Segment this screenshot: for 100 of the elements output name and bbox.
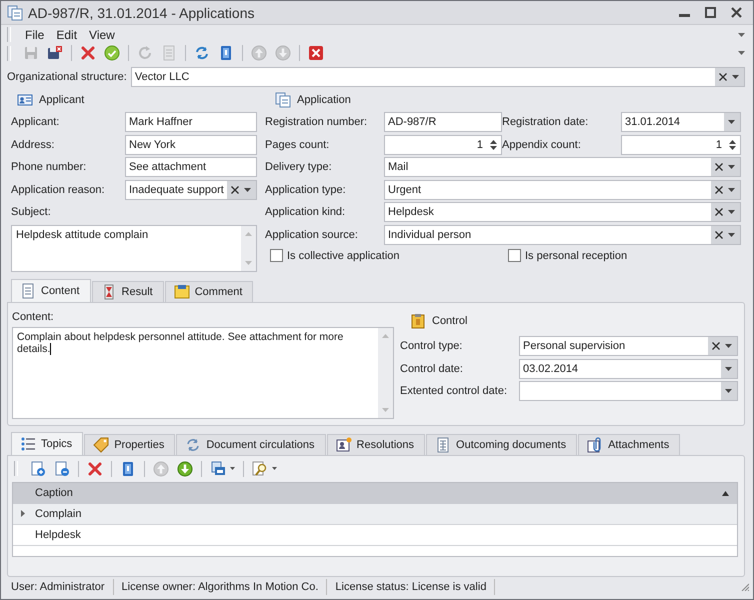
checkbox[interactable] — [270, 249, 283, 262]
table-cell-text: Complain — [34, 508, 82, 520]
dropdown-arrow-icon[interactable] — [728, 188, 735, 192]
book-icon — [218, 45, 234, 62]
tab[interactable]: Attachments — [578, 434, 680, 455]
checkbox-label: Is personal reception — [525, 250, 628, 262]
clear-icon[interactable] — [715, 186, 723, 194]
dropdown-arrow-icon[interactable] — [244, 188, 251, 192]
close-icon — [308, 45, 324, 62]
field-label: Control type: — [400, 338, 464, 354]
spin-down-icon[interactable] — [490, 146, 497, 150]
date-field[interactable] — [519, 381, 738, 402]
document-icon — [161, 45, 177, 62]
text-field[interactable]: New York — [125, 134, 257, 155]
dropdown-field[interactable]: Urgent — [384, 180, 741, 200]
dropdown-field[interactable]: Helpdesk — [384, 202, 741, 222]
dropdown-field[interactable]: Individual person — [384, 224, 741, 245]
dropdown-arrow-icon[interactable] — [728, 232, 735, 237]
add-row-icon — [30, 460, 46, 477]
number-field[interactable]: 1 — [621, 134, 741, 155]
spin-up-icon[interactable] — [729, 140, 736, 144]
text-field[interactable]: Mark Haffner — [125, 112, 257, 132]
clear-icon[interactable] — [231, 186, 239, 194]
tab[interactable]: Outcoming documents — [426, 434, 578, 455]
section-title: Control — [432, 314, 468, 327]
minimize-icon — [679, 14, 690, 18]
tab[interactable]: Resolutions — [326, 434, 426, 455]
dropdown-arrow-icon[interactable] — [725, 389, 732, 394]
row-indicator-icon — [21, 510, 25, 518]
caret-icon — [230, 467, 235, 470]
menu-item[interactable]: Edit — [52, 28, 82, 42]
field-label: Applicant: — [11, 115, 60, 130]
paperclip-icon — [587, 436, 604, 453]
floppy-disk-icon — [47, 45, 63, 62]
section-title: Applicant — [39, 94, 84, 106]
dropdown-arrow-icon[interactable] — [728, 120, 735, 124]
move-down-button[interactable] — [175, 458, 195, 479]
number-field[interactable]: 1 — [384, 134, 502, 155]
dropdown-field[interactable]: Mail — [384, 157, 741, 178]
field-label: Pages count: — [265, 138, 330, 153]
field-label: Application reason: — [11, 182, 106, 198]
field-label: Subject: — [11, 205, 52, 220]
overflow-arrow-icon[interactable] — [738, 51, 745, 56]
resize-grip-icon[interactable] — [741, 583, 749, 591]
dropdown-field[interactable]: Inadequate support — [125, 180, 257, 200]
spin-up-icon[interactable] — [490, 140, 497, 144]
text-field[interactable]: See attachment — [125, 157, 257, 178]
status-text: User: Administrator — [11, 581, 105, 593]
cross-icon — [80, 45, 96, 62]
dropdown-arrow-icon[interactable] — [725, 344, 732, 348]
tab[interactable]: Comment — [164, 280, 254, 302]
field-label: Delivery type: — [265, 160, 333, 176]
clear-icon[interactable] — [715, 230, 723, 239]
maximize-icon — [705, 7, 716, 18]
accept-button[interactable] — [102, 43, 122, 64]
spin-down-icon[interactable] — [729, 146, 736, 150]
table-cell-text: Helpdesk — [34, 528, 81, 541]
tab[interactable]: Result — [92, 280, 164, 302]
text-field[interactable]: AD-987/R — [384, 112, 502, 132]
dropdown-arrow-icon[interactable] — [728, 210, 735, 214]
status-text: License owner: Algorithms In Motion Co. — [122, 581, 318, 593]
table-row[interactable]: Complain — [13, 504, 737, 525]
clear-icon[interactable] — [719, 73, 727, 82]
date-field[interactable]: 31.01.2014 — [621, 112, 741, 132]
clear-icon[interactable] — [715, 163, 723, 172]
window-title: AD-987/R, 31.01.2014 - Applications — [28, 4, 254, 21]
checkbox[interactable] — [508, 249, 521, 262]
caret-icon — [272, 467, 277, 470]
organization-dropdown[interactable]: Vector LLC — [130, 67, 745, 88]
remove-row-icon — [54, 460, 70, 477]
tab[interactable]: Topics — [11, 432, 84, 455]
id-card-icon — [17, 92, 33, 108]
document-icon — [275, 92, 291, 108]
dropdown-arrow-icon[interactable] — [725, 366, 732, 371]
field-label: Extented control date: — [400, 384, 508, 400]
check-circle-icon — [104, 45, 120, 62]
tab[interactable]: Content — [11, 278, 91, 302]
field-label: Registration number: — [265, 115, 368, 130]
menu-item[interactable]: File — [21, 28, 48, 42]
field-label: Application source: — [265, 228, 359, 243]
clear-icon[interactable] — [715, 208, 723, 216]
tab[interactable]: Document circulations — [176, 434, 326, 455]
date-field[interactable]: 03.02.2014 — [519, 358, 738, 379]
field-label: Control date: — [400, 362, 464, 377]
menu-item[interactable]: View — [85, 28, 119, 42]
field-label: Appendix count: — [502, 138, 582, 153]
printer-icon — [210, 460, 226, 477]
dropdown-arrow-icon[interactable] — [732, 75, 739, 80]
clear-icon[interactable] — [712, 342, 720, 350]
field-label: Address: — [11, 138, 56, 153]
table-document-icon — [435, 436, 452, 453]
lines-icon — [20, 282, 36, 299]
status-text: License status: License is valid — [335, 581, 486, 593]
table-row[interactable]: Helpdesk — [13, 524, 737, 546]
dropdown-field[interactable]: Personal supervision — [519, 336, 738, 356]
overflow-arrow-icon[interactable] — [738, 32, 745, 37]
tab[interactable]: Properties — [84, 434, 176, 455]
field-label: Phone number: — [11, 160, 88, 176]
list-icon — [20, 436, 36, 452]
dropdown-arrow-icon[interactable] — [728, 165, 735, 170]
